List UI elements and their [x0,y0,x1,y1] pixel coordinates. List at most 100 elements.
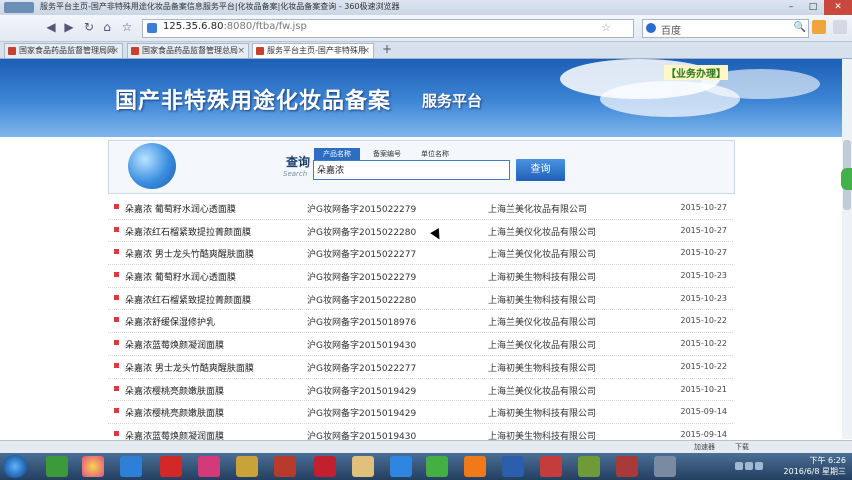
table-row[interactable]: 朵嘉浓蓝莓焕颜凝润面膜 沪G妆网备字2015019430 上海兰美仪化妆品有限公司 2… [108,333,733,356]
product-name-link[interactable]: 朵嘉浓 葡萄籽水润心透面膜 [125,270,236,283]
tab-record-number[interactable]: 备案编号 [364,148,410,160]
game-icon[interactable] [274,456,296,477]
table-row[interactable]: 朵嘉浓红石榴紧致提拉菁颜面膜 沪G妆网备字2015022280 上海兰美仪化妆品有限… [108,220,733,243]
app-icon[interactable] [352,456,374,477]
side-float-icon[interactable] [841,168,852,190]
word-icon[interactable] [502,456,524,477]
new-tab-icon[interactable]: + [378,42,396,58]
bullet-icon [114,362,119,368]
extension-icon[interactable] [812,20,826,34]
record-number: 沪G妆网备字2015022280 [307,295,417,306]
business-link[interactable]: 【业务办理】 [664,65,728,80]
tab-close-icon[interactable]: × [362,44,370,58]
window-title: 服务平台主页-国产非特殊用途化妆品备案信息服务平台|化妆品备案|化妆品备案查询 … [40,2,400,11]
search-input[interactable]: 百度 [661,22,681,37]
tab-sfda-2[interactable]: 国家食品药品监督管理总局 × [127,43,249,58]
app-icon[interactable] [236,456,258,477]
globe-search-icon [128,143,176,189]
company-name: 上海兰美化妆品有限公司 [488,205,588,215]
toolbar-icons [812,20,850,37]
product-name-link[interactable]: 朵嘉浓 葡萄籽水润心透面膜 [125,202,236,215]
bullet-icon [114,430,119,436]
table-row[interactable]: 朵嘉浓樱桃亮颜嫩肤面膜 沪G妆网备字2015019429 上海兰美仪化妆品有限公司 2… [108,379,733,402]
netease-music-icon[interactable] [160,456,182,477]
table-row[interactable]: 朵嘉浓 男士龙头竹酷爽醒肤面膜 沪G妆网备字2015022277 上海初美生物科技有… [108,356,733,379]
product-name-link[interactable]: 朵嘉浓樱桃亮颜嫩肤面膜 [125,406,224,419]
refresh-icon[interactable]: ↻ [82,20,96,34]
product-name-link[interactable]: 朵嘉浓樱桃亮颜嫩肤面膜 [125,384,224,397]
site-banner: 国产非特殊用途化妆品备案 服务平台 【业务办理】 [0,59,852,137]
app-icon[interactable] [616,456,638,477]
product-name-link[interactable]: 朵嘉浓蓝莓焕颜凝润面膜 [125,338,224,351]
search-icon[interactable]: 🔍 [794,22,806,33]
record-number: 沪G妆网备字2015019429 [307,386,417,397]
bullet-icon [114,272,119,278]
tray-icon[interactable] [745,462,753,470]
product-name-link[interactable]: 朵嘉浓红石榴紧致提拉菁颜面膜 [125,225,251,238]
tab-service-platform[interactable]: 服务平台主页-国产非特殊用 × [252,43,374,58]
star-icon[interactable]: ☆ [120,20,134,34]
tray-icon[interactable] [735,462,743,470]
company-name: 上海初美生物科技有限公司 [488,295,597,306]
bookmark-star-icon[interactable]: ☆ [601,21,611,34]
record-number: 沪G妆网备字2015022280 [307,227,417,238]
site-favicon-icon [131,47,139,55]
forward-icon[interactable]: ▶ [62,20,76,34]
app-icon[interactable] [390,456,412,477]
tab-close-icon[interactable]: × [237,44,245,58]
wechat-icon[interactable] [426,456,448,477]
home-icon[interactable]: ⌂ [100,20,114,34]
record-date: 2015-10-27 [680,203,728,212]
app-icon[interactable] [464,456,486,477]
app-icon[interactable] [198,456,220,477]
table-row[interactable]: 朵嘉浓 葡萄籽水润心透面膜 沪G妆网备字2015022279 上海初美生物科技有限公… [108,265,733,288]
back-icon[interactable]: ◀ [44,20,58,34]
table-row[interactable]: 朵嘉浓 葡萄籽水润心透面膜 沪G妆网备字2015022279 上海兰美化妆品有限公司… [108,197,733,220]
bullet-icon [114,204,119,209]
search-box[interactable]: 百度 🔍 [642,19,809,38]
system-tray [735,460,775,472]
record-number: 沪G妆网备字2015019429 [307,409,417,420]
minimize-icon[interactable]: – [780,0,802,15]
product-name-link[interactable]: 朵嘉浓 男士龙头竹酷爽醒肤面膜 [125,361,254,374]
product-name-link[interactable]: 朵嘉浓红石榴紧致提拉菁颜面膜 [125,293,251,306]
record-number: 沪G妆网备字2015018976 [307,318,417,329]
taskbar-clock[interactable]: 下午 6:26 2016/6/8 星期三 [784,455,846,477]
app-icon[interactable] [578,456,600,477]
address-bar[interactable]: 125.35.6.80:8080/ftba/fw.jsp ☆ [142,19,634,38]
table-row[interactable]: 朵嘉浓 男士龙头竹酷爽醒肤面膜 沪G妆网备字2015022277 上海兰美仪化妆品有… [108,242,733,266]
windows-taskbar: 下午 6:26 2016/6/8 星期三 [0,453,852,480]
product-search-input[interactable]: 朵嘉浓 [313,160,510,180]
app-icon[interactable] [654,456,676,477]
browser-360-icon[interactable] [46,456,68,477]
table-row[interactable]: 朵嘉浓樱桃亮颜嫩肤面膜 沪G妆网备字2015019429 上海初美生物科技有限公司 2… [108,401,733,424]
vertical-scrollbar[interactable] [842,59,852,439]
company-name: 上海兰美仪化妆品有限公司 [488,250,597,261]
table-row[interactable]: 朵嘉浓红石榴紧致提拉菁颜面膜 沪G妆网备字2015022280 上海初美生物科技有限… [108,288,733,311]
record-number: 沪G妆网备字2015022279 [307,205,417,215]
download-label[interactable]: 下载 [735,442,749,452]
start-button-icon[interactable] [3,455,27,478]
color-app-icon[interactable] [82,456,104,477]
tab-close-icon[interactable]: × [111,44,119,58]
app-icon[interactable] [314,456,336,477]
menu-icon[interactable] [832,20,847,34]
shield-icon [147,23,157,33]
clock-time: 下午 6:26 [809,456,846,465]
accelerator-label[interactable]: 加速器 [694,442,715,452]
query-button[interactable]: 查询 [516,159,565,181]
tab-product-name[interactable]: 产品名称 [314,148,360,160]
product-name-link[interactable]: 朵嘉浓舒缓保湿修护乳 [125,315,215,328]
bullet-icon [114,408,119,414]
close-icon[interactable]: ✕ [824,0,852,15]
address-url: 125.35.6.80:8080/ftba/fw.jsp [163,21,307,32]
app-icon[interactable] [540,456,562,477]
maximize-icon[interactable]: □ [802,0,824,15]
product-name-link[interactable]: 朵嘉浓 男士龙头竹酷爽醒肤面膜 [125,247,254,260]
volume-icon[interactable] [755,462,763,470]
tab-company-name[interactable]: 单位名称 [412,148,458,160]
site-favicon-icon [8,47,16,55]
tab-sfda-1[interactable]: 国家食品药品监督管理局网 × [4,43,123,58]
table-row[interactable]: 朵嘉浓舒缓保湿修护乳 沪G妆网备字2015018976 上海兰美仪化妆品有限公司 20… [108,310,733,334]
qq-icon[interactable] [120,456,142,477]
